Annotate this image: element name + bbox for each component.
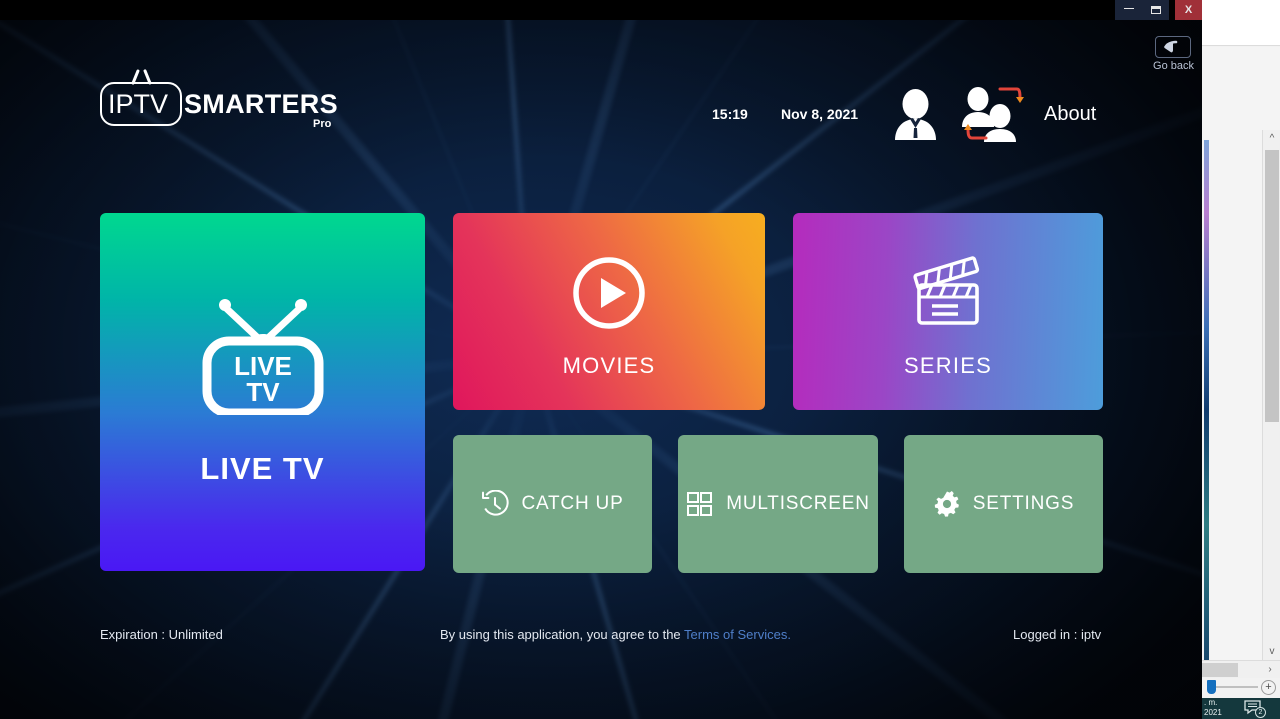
background-window-titlebar	[1202, 0, 1280, 26]
maximize-button[interactable]	[1142, 0, 1169, 20]
terms-notice: By using this application, you agree to …	[440, 627, 791, 642]
window-titlebar: X	[0, 0, 1202, 20]
background-photo-edge	[1204, 140, 1209, 660]
notification-badge: 2	[1255, 707, 1266, 718]
tile-catch-up[interactable]: CATCH UP	[453, 435, 652, 573]
svg-text:TV: TV	[246, 377, 280, 407]
terms-prefix: By using this application, you agree to …	[440, 627, 685, 642]
tile-live-tv-label: LIVE TV	[200, 451, 325, 486]
logged-in-label: Logged in : iptv	[1013, 627, 1102, 642]
clock-icon	[481, 489, 510, 518]
tile-movies-label: MOVIES	[562, 353, 656, 378]
header-date: Nov 8, 2021	[781, 106, 859, 122]
tile-series-label: SERIES	[904, 353, 992, 378]
minimize-icon	[1123, 8, 1134, 10]
vertical-scrollbar[interactable]: ^ v	[1262, 130, 1280, 660]
header-time: 15:19	[712, 106, 748, 122]
iptv-smarters-window: X Go back IPTV SMARTERS Pro 15:19 Nov 8,…	[0, 0, 1202, 719]
clapperboard-icon	[910, 255, 986, 331]
taskbar-date: 2021	[1204, 708, 1222, 717]
horizontal-scrollbar-thumb[interactable]	[1202, 663, 1238, 677]
logo-secondary-text: SMARTERS	[184, 89, 338, 119]
logo-suffix-text: Pro	[313, 118, 332, 130]
restore-icon	[1150, 6, 1161, 15]
zoom-slider-handle[interactable]	[1207, 680, 1216, 694]
taskbar-time: . m.	[1204, 698, 1218, 707]
tile-catch-up-label: CATCH UP	[521, 493, 624, 514]
expiration-label: Expiration : Unlimited	[100, 627, 223, 642]
go-back-label: Go back	[1153, 60, 1194, 72]
app-logo: IPTV SMARTERS Pro	[100, 68, 360, 130]
zoom-in-icon[interactable]: +	[1261, 680, 1276, 695]
gear-icon	[933, 490, 961, 518]
taskbar-clock[interactable]: . m. 2021	[1204, 698, 1238, 719]
switch-user-icon[interactable]	[962, 86, 1024, 142]
play-circle-icon	[571, 255, 647, 331]
minimize-button[interactable]	[1115, 0, 1142, 20]
tile-live-tv[interactable]: LIVE TV LIVE TV	[100, 213, 425, 571]
zoom-slider[interactable]: +	[1202, 678, 1280, 698]
tv-icon: LIVE TV	[195, 295, 331, 418]
taskbar: . m. 2021 2	[1202, 698, 1280, 719]
tile-movies[interactable]: MOVIES	[453, 213, 765, 410]
background-window-toolbar	[1202, 26, 1280, 46]
notification-icon[interactable]: 2	[1243, 700, 1266, 718]
scroll-down-icon[interactable]: v	[1263, 643, 1280, 660]
tile-multiscreen-label: MULTISCREEN	[726, 493, 870, 514]
terms-of-services-link[interactable]: Terms of Services.	[684, 627, 791, 642]
tile-settings[interactable]: SETTINGS	[904, 435, 1103, 573]
close-button[interactable]: X	[1175, 0, 1202, 20]
logo-primary-text: IPTV	[108, 89, 169, 119]
tile-multiscreen[interactable]: MULTISCREEN	[678, 435, 878, 573]
grid-icon	[686, 490, 714, 518]
tile-settings-label: SETTINGS	[972, 493, 1075, 514]
scroll-right-icon[interactable]: ›	[1263, 661, 1277, 679]
about-button[interactable]: About	[1044, 103, 1096, 126]
app-screen: ❐ ✕ ^ ? ^ v › + . m. 2021 2	[0, 0, 1280, 719]
user-icon[interactable]	[893, 88, 938, 142]
horizontal-scrollbar[interactable]: ›	[1202, 660, 1280, 678]
scroll-up-icon[interactable]: ^	[1263, 130, 1280, 147]
tile-series[interactable]: SERIES	[793, 213, 1103, 410]
zoom-slider-track	[1216, 686, 1258, 688]
go-back-button[interactable]	[1155, 36, 1191, 58]
vertical-scrollbar-thumb[interactable]	[1265, 150, 1279, 422]
